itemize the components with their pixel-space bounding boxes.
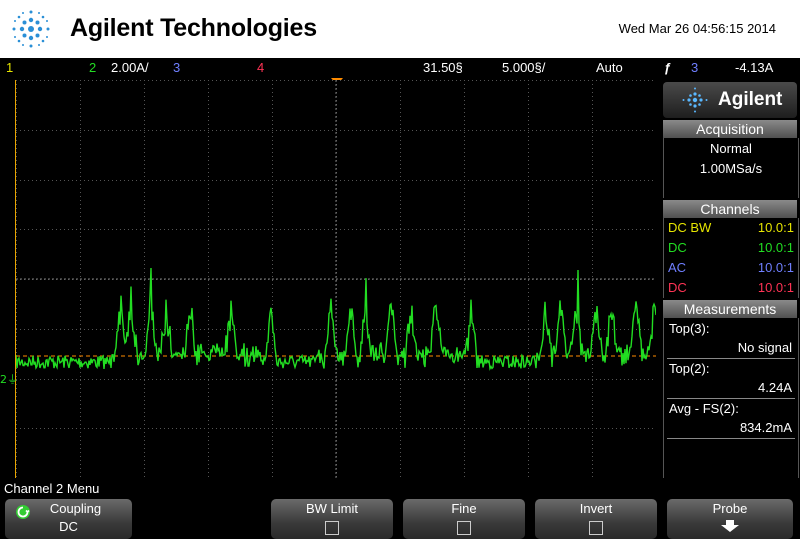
channel-4-probe: 10.0:1 — [757, 280, 794, 295]
measurements-section: Top(3): No signal Top(2): 4.24A Avg - FS… — [663, 318, 799, 478]
bw-limit-label: BW Limit — [306, 501, 358, 516]
agilent-spark-logo-icon — [12, 10, 50, 48]
measurement-3-value: 834.2mA — [739, 420, 792, 435]
trigger-edge-icon: ƒ — [664, 60, 672, 75]
bw-limit-checkbox[interactable] — [325, 521, 339, 535]
channel-1-probe: 10.0:1 — [757, 220, 794, 235]
channel-2-scale: 2.00A/ — [111, 60, 149, 75]
measurement-3-label: Avg - FS(2): — [669, 401, 739, 416]
time-scale: 5.000§/ — [502, 60, 546, 75]
channel-4-coupling: DC — [668, 280, 687, 295]
coupling-value: DC — [59, 519, 78, 534]
channel-2-coupling: DC — [668, 240, 687, 255]
bw-limit-softkey[interactable]: BW Limit — [271, 499, 393, 539]
coupling-softkey[interactable]: Coupling DC — [5, 499, 132, 539]
fine-label: Fine — [451, 501, 477, 516]
measurement-1-label: Top(3): — [669, 321, 710, 336]
trigger-mode: Auto — [596, 60, 623, 75]
channel-2-row: DC 10.0:1 — [666, 238, 796, 258]
channel-2-probe: 10.0:1 — [757, 240, 794, 255]
fine-checkbox[interactable] — [457, 521, 471, 535]
status-bar: 1 2 2.00A/ 3 4 31.50§ 5.000§/ Auto ƒ 3 -… — [0, 58, 800, 78]
measurement-2-value: 4.24A — [758, 380, 792, 395]
arrow-down-icon — [721, 520, 739, 532]
invert-checkbox[interactable] — [589, 521, 603, 535]
header-bar: Agilent Technologies Wed Mar 26 04:56:15… — [0, 0, 800, 58]
menu-title: Channel 2 Menu — [4, 481, 100, 496]
channel-3-coupling: AC — [668, 260, 687, 275]
sample-rate: 1.00MSa/s — [699, 161, 763, 176]
channels-header[interactable]: Channels — [663, 200, 797, 218]
channel-2-ground-label: 2 — [0, 373, 7, 386]
channel-2-indicator[interactable]: 2 — [89, 58, 96, 78]
fine-softkey[interactable]: Fine — [403, 499, 525, 539]
channel-1-row: DC BW 10.0:1 — [666, 218, 796, 238]
waveform-display[interactable] — [16, 80, 656, 478]
measurement-2-label: Top(2): — [669, 361, 710, 376]
trigger-source: 3 — [691, 60, 699, 75]
acquisition-mode: Normal — [710, 141, 752, 156]
side-logo-text: Agilent — [718, 89, 783, 110]
measurements-header[interactable]: Measurements — [663, 300, 797, 318]
acquisition-section: Normal 1.00MSa/s — [663, 138, 799, 198]
acquisition-header[interactable]: Acquisition — [663, 120, 797, 138]
graticule — [16, 80, 656, 478]
measurement-divider — [667, 398, 795, 399]
channel-4-row: DC 10.0:1 — [666, 278, 796, 298]
probe-softkey[interactable]: Probe — [667, 499, 793, 539]
agilent-small-logo-icon — [682, 87, 708, 113]
time-delay: 31.50§ — [423, 60, 463, 75]
side-panel: Agilent Acquisition Normal 1.00MSa/s Cha… — [660, 80, 800, 478]
measurement-divider — [667, 438, 795, 439]
coupling-label: Coupling — [49, 501, 102, 516]
datetime: Wed Mar 26 04:56:15 2014 — [618, 21, 776, 36]
trigger-level: -4.13A — [735, 60, 774, 75]
channel-3-indicator[interactable]: 3 — [173, 58, 180, 78]
channel-1-coupling: DC BW — [668, 220, 712, 235]
channel-3-row: AC 10.0:1 — [666, 258, 796, 278]
channel-2-ground-marker: 2⏚ — [0, 373, 18, 386]
measurement-divider — [667, 358, 795, 359]
side-logo: Agilent — [663, 82, 797, 118]
channel-3-probe: 10.0:1 — [757, 260, 794, 275]
channels-section: DC BW 10.0:1 DC 10.0:1 AC 10.0:1 DC 10.0… — [663, 218, 799, 298]
invert-softkey[interactable]: Invert — [535, 499, 657, 539]
measurement-1-value: No signal — [737, 340, 792, 355]
brand-name: Agilent Technologies — [70, 14, 317, 42]
channel-4-indicator[interactable]: 4 — [257, 58, 264, 78]
channel-1-indicator[interactable]: 1 — [6, 58, 13, 78]
invert-label: Invert — [579, 501, 613, 516]
probe-label: Probe — [712, 501, 748, 516]
